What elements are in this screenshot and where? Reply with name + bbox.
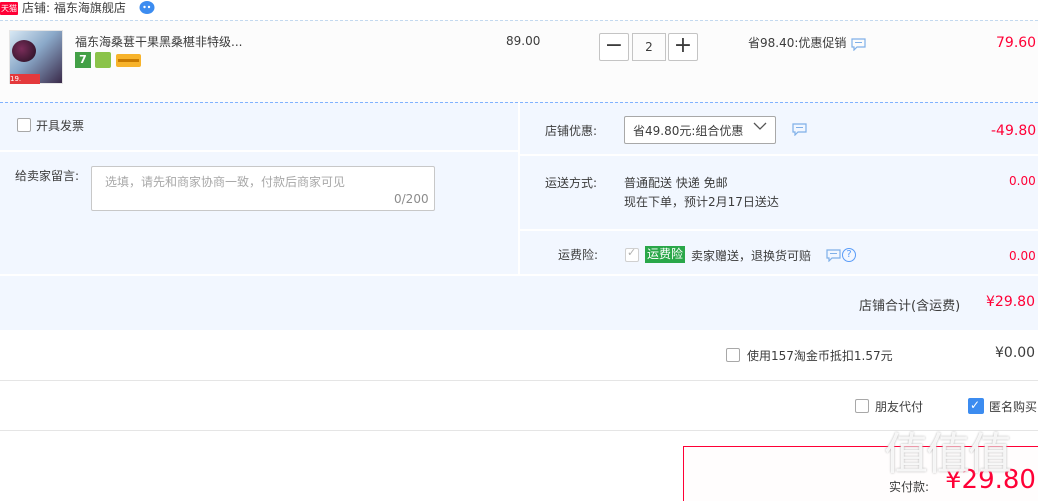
friend-pay-checkbox[interactable] bbox=[855, 399, 869, 413]
credit-card-icon[interactable] bbox=[116, 54, 141, 67]
quantity-decrease-button[interactable]: − bbox=[599, 33, 629, 61]
comment-bubble-icon[interactable] bbox=[826, 249, 841, 262]
comment-bubble-icon[interactable] bbox=[792, 123, 807, 136]
unit-price: 89.00 bbox=[506, 34, 541, 48]
panel-divider bbox=[0, 150, 518, 152]
seven-day-return-icon[interactable]: 7 bbox=[75, 52, 91, 68]
taobao-coins-checkbox[interactable] bbox=[726, 348, 740, 362]
promotion-text: 省98.40:优惠促销 bbox=[748, 36, 847, 50]
shipping-insurance-badge: 运费险 bbox=[645, 246, 686, 263]
tmall-badge: 天猫 bbox=[0, 2, 18, 15]
item-subtotal: 79.60 bbox=[996, 35, 1037, 51]
wangwang-chat-icon[interactable] bbox=[138, 0, 155, 15]
memo-char-count: 0/200 bbox=[394, 192, 429, 206]
friend-pay-label[interactable]: 朋友代付 bbox=[875, 398, 923, 415]
checkmark-icon: ✓ bbox=[970, 398, 981, 412]
panel-divider bbox=[0, 274, 1038, 276]
help-icon[interactable]: ? bbox=[842, 248, 856, 262]
shop-name[interactable]: 店铺: 福东海旗舰店 bbox=[22, 0, 126, 16]
quantity-increase-button[interactable]: + bbox=[668, 33, 698, 61]
shipping-eta: 现在下单，预计2月17日送达 bbox=[624, 195, 779, 209]
panel-divider bbox=[518, 102, 520, 274]
memo-label: 给卖家留言: bbox=[15, 169, 80, 183]
shipping-method: 普通配送 快递 免邮 bbox=[624, 176, 728, 190]
invoice-checkbox[interactable] bbox=[17, 118, 31, 132]
shop-discount-label: 店铺优惠: bbox=[545, 124, 598, 138]
panel-divider bbox=[520, 229, 1038, 231]
shipping-insurance-text: 卖家赠送，退换货可赔 bbox=[691, 249, 812, 263]
product-thumbnail-tag: 19. bbox=[10, 74, 40, 84]
row-divider bbox=[0, 380, 1038, 381]
shop-total-label: 店铺合计(含运费) bbox=[859, 299, 961, 314]
shipping-insurance-label: 运费险: bbox=[558, 248, 599, 262]
shop-discount-selected-value: 省49.80元:组合优惠 bbox=[633, 124, 744, 138]
quantity-input[interactable]: 2 bbox=[632, 33, 666, 61]
shield-guarantee-icon[interactable] bbox=[95, 52, 111, 68]
checkmark-icon: ✓ bbox=[627, 246, 637, 259]
shipping-insurance-amount: 0.00 bbox=[1009, 249, 1036, 263]
taobao-coins-label[interactable]: 使用157淘金币抵扣1.57元 bbox=[747, 347, 893, 364]
anonymous-purchase-label[interactable]: 匿名购买 bbox=[989, 398, 1037, 415]
invoice-label[interactable]: 开具发票 bbox=[36, 117, 84, 134]
product-thumbnail-berry-image bbox=[12, 40, 36, 62]
shop-discount-amount: -49.80 bbox=[991, 123, 1037, 139]
row-divider bbox=[0, 430, 1038, 431]
taobao-coins-amount: ¥0.00 bbox=[995, 345, 1036, 361]
product-title[interactable]: 福东海桑葚干果黑桑椹非特级... bbox=[75, 33, 242, 50]
chevron-down-icon[interactable] bbox=[753, 121, 767, 131]
site-watermark: 值值值 bbox=[884, 429, 1012, 480]
seller-memo-placeholder: 选填，请先和商家协商一致，付款后商家可见 bbox=[105, 175, 346, 189]
shipping-method-label: 运送方式: bbox=[545, 176, 598, 190]
shipping-amount: 0.00 bbox=[1009, 174, 1036, 188]
shop-total-value: ¥29.80 bbox=[986, 294, 1035, 310]
comment-bubble-icon[interactable] bbox=[851, 38, 866, 51]
panel-divider bbox=[520, 154, 1038, 156]
